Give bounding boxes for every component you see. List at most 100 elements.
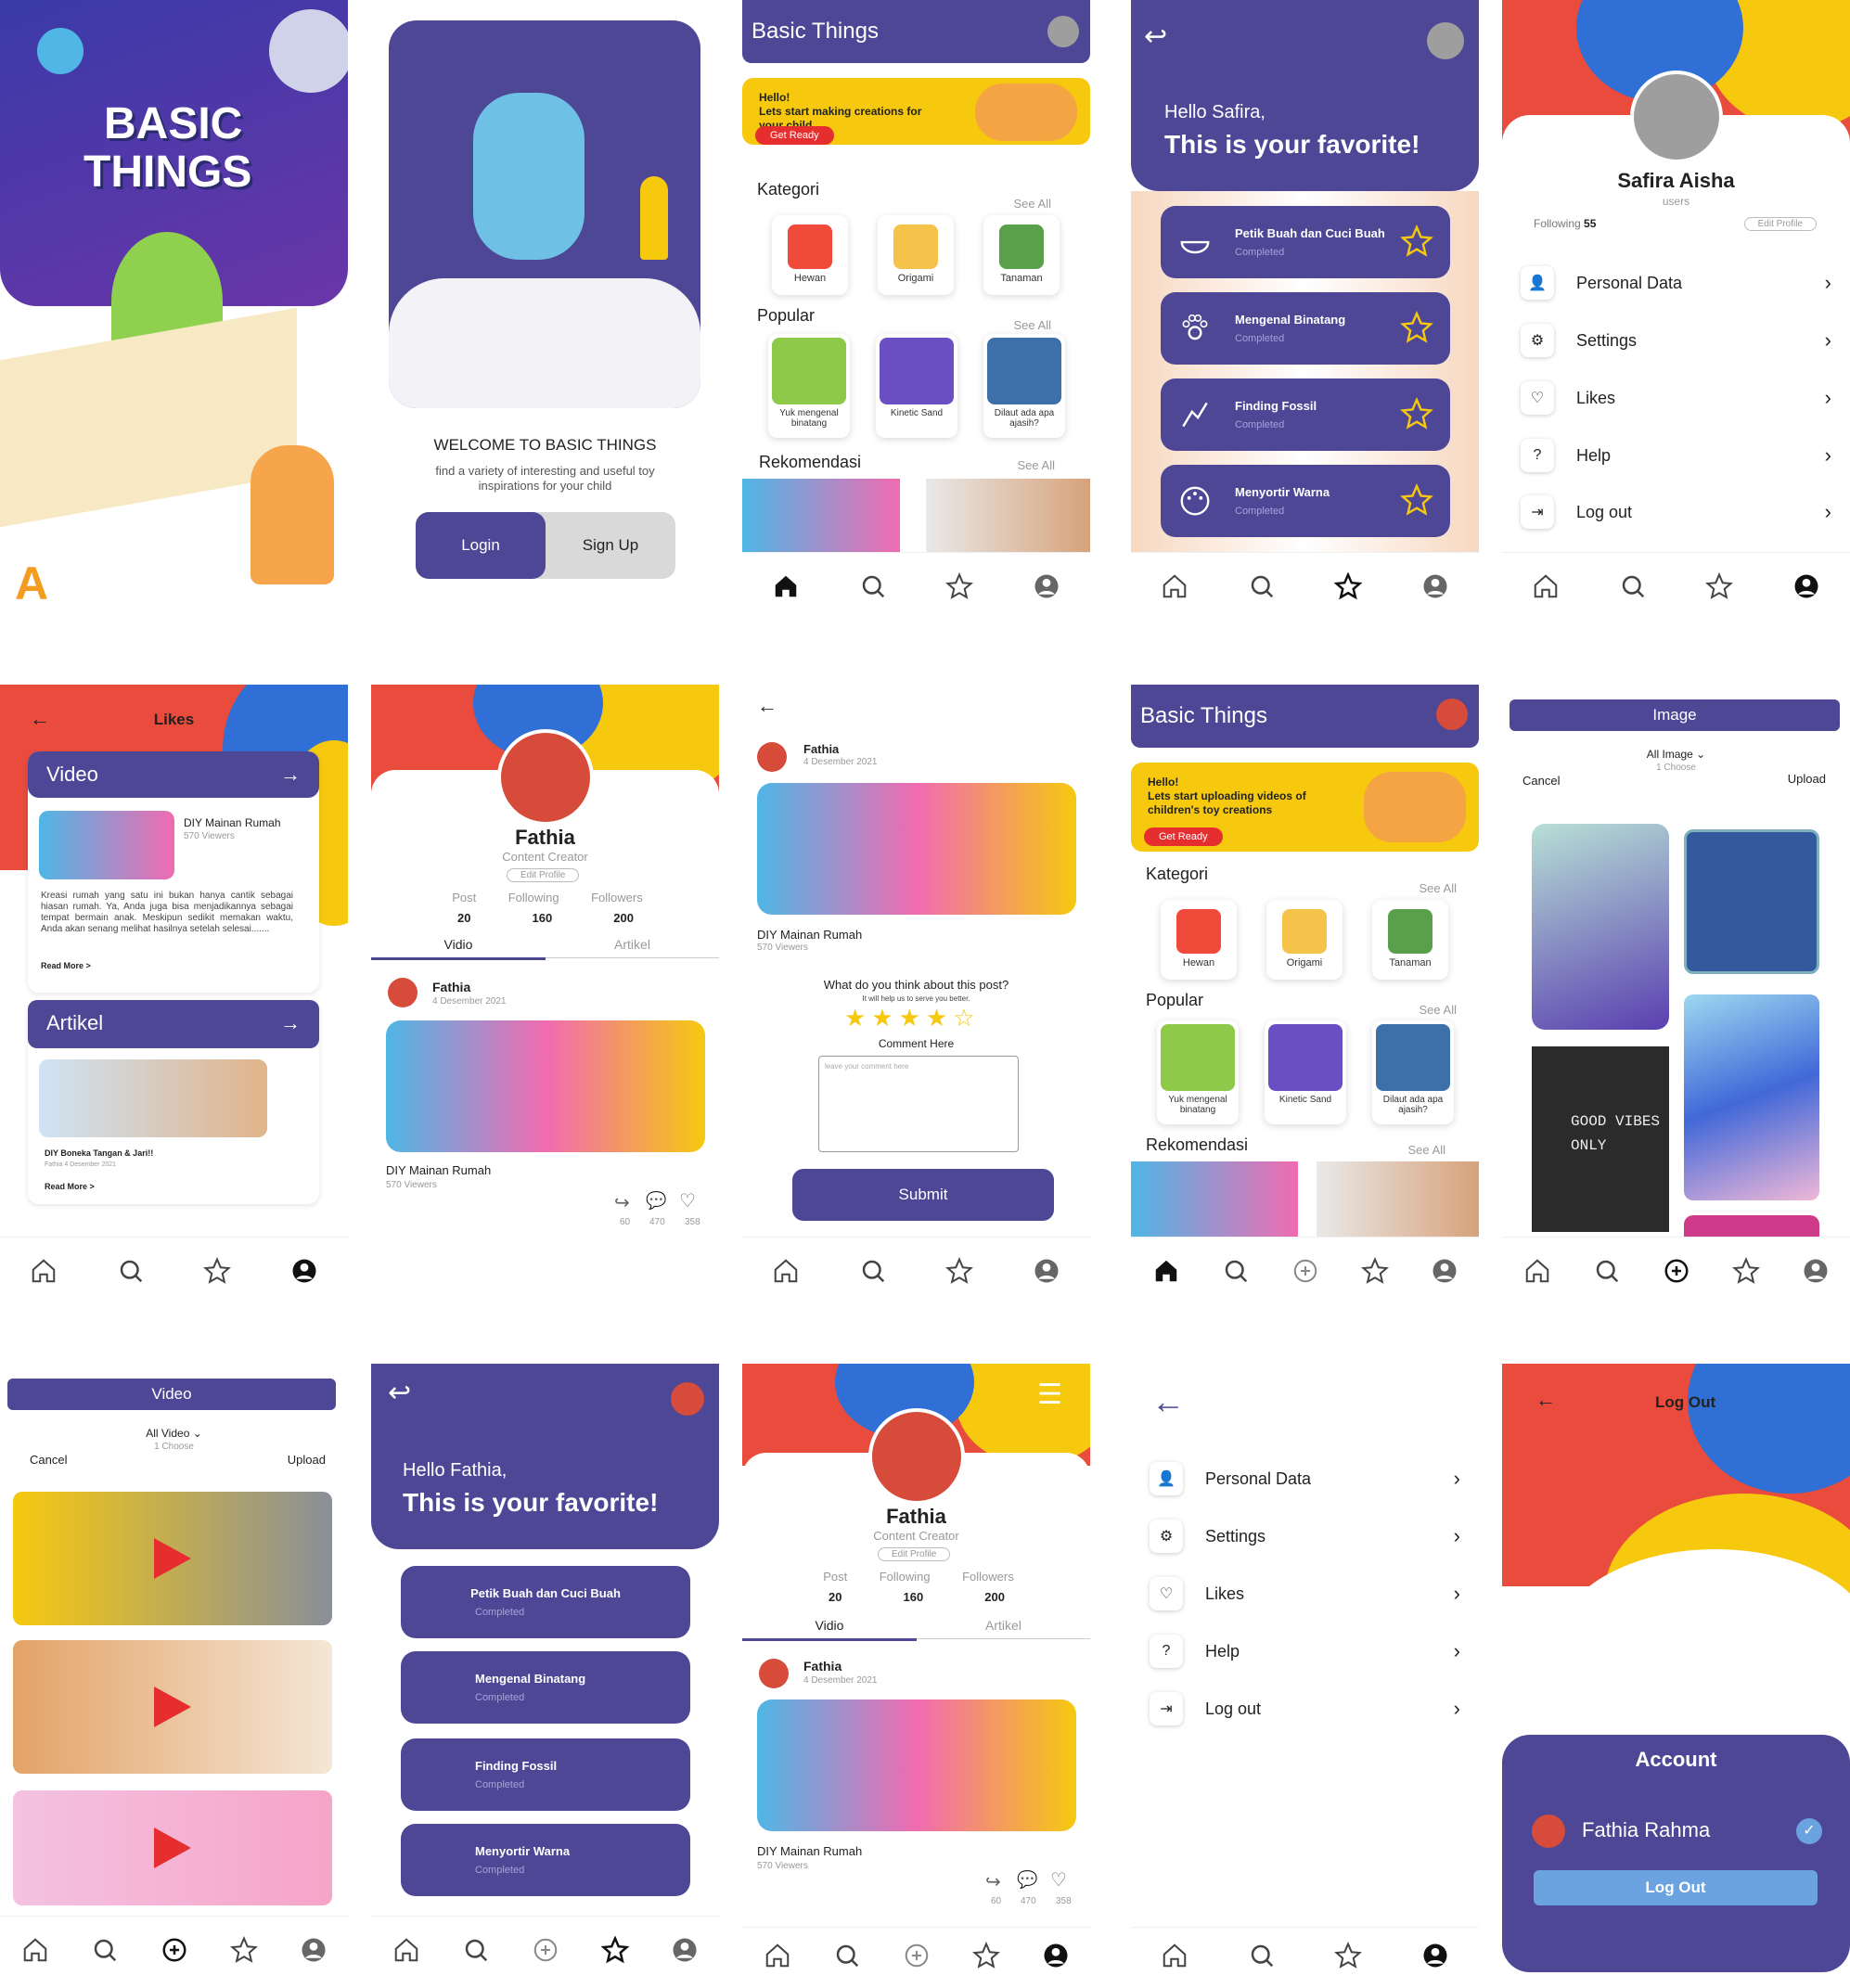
add-icon[interactable]: [1663, 1257, 1690, 1285]
play-icon[interactable]: [154, 1687, 191, 1727]
cancel-button[interactable]: Cancel: [1522, 774, 1560, 788]
home-icon[interactable]: [764, 1942, 791, 1969]
video-thumbnail[interactable]: [386, 1020, 705, 1152]
favorite-item[interactable]: Finding Fossil Completed: [1161, 378, 1450, 451]
popular-card[interactable]: Dilaut ada apa ajasih?: [983, 334, 1065, 438]
home-icon[interactable]: [30, 1257, 58, 1285]
menu-help[interactable]: ? Help ›: [1521, 435, 1831, 476]
menu-help[interactable]: ? Help ›: [1150, 1631, 1460, 1672]
profile-avatar-icon[interactable]: [1427, 22, 1464, 59]
profile-icon[interactable]: [290, 1257, 318, 1285]
image-thumbnail[interactable]: GOOD VIBES ONLY: [1532, 1046, 1669, 1232]
read-more-link[interactable]: Read More >: [41, 961, 91, 970]
back-arrow-icon[interactable]: ←: [1535, 1388, 1556, 1412]
favorite-item[interactable]: Finding Fossil Completed: [401, 1738, 690, 1811]
star-icon[interactable]: [1400, 311, 1433, 344]
home-icon[interactable]: [1532, 572, 1560, 600]
star-icon[interactable]: [229, 1935, 258, 1964]
artikel-section-header[interactable]: Artikel →: [28, 1000, 319, 1048]
star-icon[interactable]: [1334, 571, 1363, 600]
profile-icon[interactable]: [1792, 572, 1820, 600]
star-icon[interactable]: [203, 1256, 232, 1285]
video-section-header[interactable]: Video →: [28, 751, 319, 798]
video-thumbnail[interactable]: [757, 783, 1076, 915]
search-icon[interactable]: [1222, 1257, 1250, 1285]
menu-personal-data[interactable]: 👤 Personal Data ›: [1521, 263, 1831, 303]
share-icon[interactable]: ↪: [985, 1870, 1001, 1893]
edit-profile-button[interactable]: Edit Profile: [507, 868, 580, 882]
menu-likes[interactable]: ♡ Likes ›: [1521, 378, 1831, 418]
share-icon[interactable]: ↪: [614, 1191, 630, 1214]
category-card[interactable]: Tanaman: [1372, 900, 1448, 980]
popular-card[interactable]: Yuk mengenal binatang: [768, 334, 850, 438]
profile-icon[interactable]: [1042, 1942, 1070, 1969]
star-icon[interactable]: [1400, 483, 1433, 517]
back-arrow-icon[interactable]: ↩: [388, 1377, 411, 1409]
star-icon[interactable]: [1334, 1941, 1363, 1969]
profile-avatar-icon[interactable]: [1436, 699, 1468, 730]
get-ready-button[interactable]: Get Ready: [755, 126, 834, 145]
profile-icon[interactable]: [1802, 1257, 1830, 1285]
star-icon[interactable]: [971, 1941, 1000, 1969]
search-icon[interactable]: [1619, 572, 1647, 600]
tab-video[interactable]: Vidio: [371, 937, 546, 960]
star-icon[interactable]: [600, 1935, 629, 1964]
profile-avatar-icon[interactable]: [1047, 16, 1079, 47]
video-thumbnail[interactable]: [39, 811, 174, 879]
see-all-popular[interactable]: See All: [1420, 1003, 1457, 1017]
search-icon[interactable]: [1248, 1942, 1276, 1969]
heart-icon[interactable]: ♡: [1050, 1868, 1067, 1892]
search-icon[interactable]: [117, 1257, 145, 1285]
back-arrow-icon[interactable]: ↩: [1144, 20, 1167, 53]
favorite-item[interactable]: Mengenal Binatang Completed: [1161, 292, 1450, 365]
profile-avatar-icon[interactable]: [671, 1382, 704, 1416]
home-icon[interactable]: [1161, 1942, 1188, 1969]
menu-personal-data[interactable]: 👤 Personal Data ›: [1150, 1458, 1460, 1499]
tab-artikel[interactable]: Artikel: [546, 937, 719, 958]
video-filter-dropdown[interactable]: All Video ⌄: [0, 1427, 348, 1440]
popular-card[interactable]: Kinetic Sand: [876, 334, 957, 438]
submit-button[interactable]: Submit: [792, 1169, 1054, 1221]
upload-button[interactable]: Upload: [288, 1453, 326, 1467]
see-all-kategori[interactable]: See All: [1420, 881, 1457, 895]
star-icon[interactable]: [945, 571, 974, 600]
upload-button[interactable]: Upload: [1788, 772, 1826, 786]
search-icon[interactable]: [859, 572, 887, 600]
see-all-rekomendasi[interactable]: See All: [1408, 1143, 1445, 1157]
edit-profile-button[interactable]: Edit Profile: [1743, 217, 1817, 231]
video-thumbnail[interactable]: [13, 1640, 332, 1774]
login-button[interactable]: Login: [416, 512, 546, 579]
search-icon[interactable]: [833, 1942, 861, 1969]
star-icon[interactable]: [1400, 224, 1433, 258]
recommendation-thumbnail[interactable]: [742, 479, 900, 555]
favorite-item[interactable]: Mengenal Binatang Completed: [401, 1651, 690, 1724]
add-icon[interactable]: [903, 1942, 931, 1969]
signup-button[interactable]: Sign Up: [546, 512, 675, 579]
star-icon[interactable]: [1705, 571, 1734, 600]
search-icon[interactable]: [91, 1936, 119, 1964]
category-card[interactable]: Tanaman: [983, 215, 1060, 295]
image-filter-dropdown[interactable]: All Image ⌄: [1502, 748, 1850, 761]
avatar[interactable]: [1630, 71, 1723, 163]
edit-profile-button[interactable]: Edit Profile: [878, 1547, 951, 1561]
cancel-button[interactable]: Cancel: [30, 1453, 67, 1467]
article-thumbnail[interactable]: [39, 1059, 267, 1137]
menu-settings[interactable]: ⚙ Settings ›: [1150, 1516, 1460, 1557]
video-thumbnail[interactable]: [757, 1699, 1076, 1831]
profile-icon[interactable]: [1431, 1257, 1458, 1285]
hamburger-menu-icon[interactable]: ☰: [1037, 1379, 1062, 1411]
home-icon[interactable]: [1152, 1257, 1180, 1285]
see-all-rekomendasi[interactable]: See All: [1018, 458, 1055, 472]
search-icon[interactable]: [1593, 1257, 1621, 1285]
add-icon[interactable]: [532, 1936, 559, 1964]
tab-artikel[interactable]: Artikel: [917, 1618, 1090, 1639]
image-thumbnail[interactable]: [1684, 994, 1819, 1200]
author-avatar[interactable]: [388, 978, 418, 1007]
search-icon[interactable]: [462, 1936, 490, 1964]
comment-field[interactable]: leave your comment here: [818, 1056, 1019, 1152]
image-thumbnail[interactable]: [1532, 824, 1669, 1030]
logout-button[interactable]: Log Out: [1534, 1870, 1818, 1905]
avatar[interactable]: [497, 729, 594, 826]
get-ready-button[interactable]: Get Ready: [1144, 827, 1223, 846]
image-thumbnail[interactable]: [1684, 829, 1819, 974]
